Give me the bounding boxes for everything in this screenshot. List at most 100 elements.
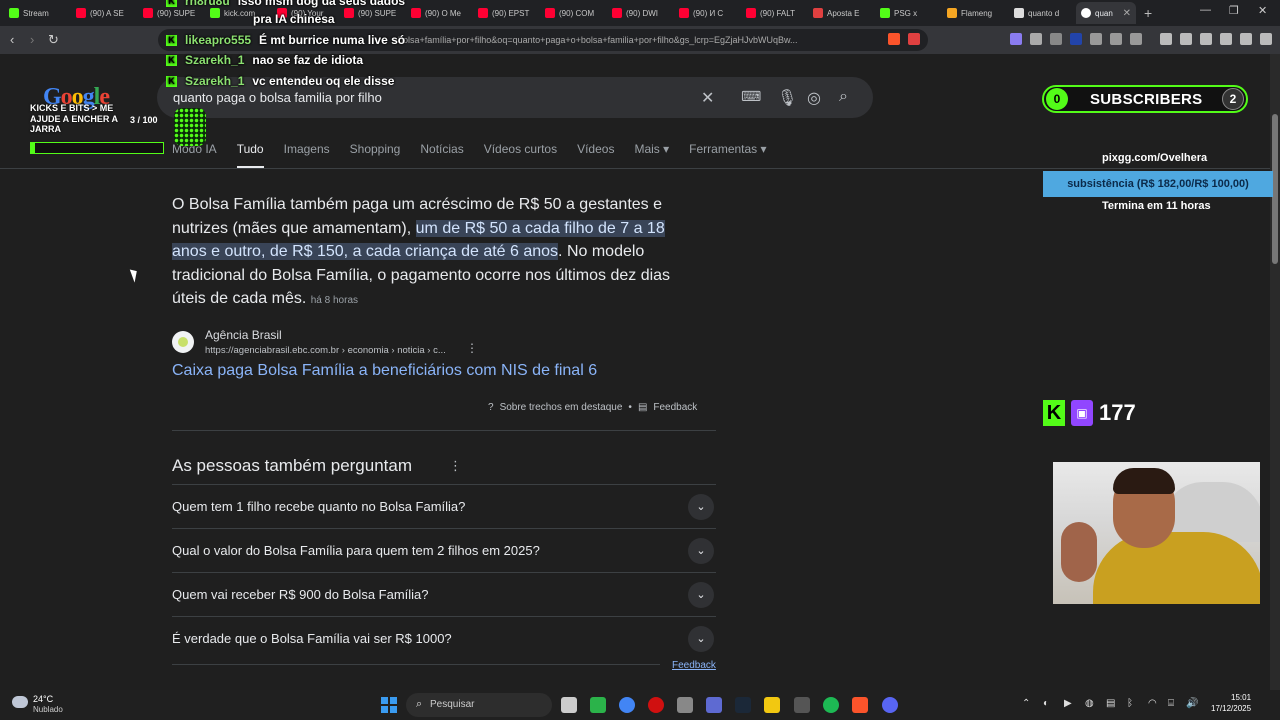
- clock-time[interactable]: 15:01: [1231, 693, 1251, 702]
- brave-icon[interactable]: [852, 697, 868, 713]
- paa-feedback-link[interactable]: Feedback: [672, 660, 716, 671]
- weather-description[interactable]: Nublado: [33, 705, 63, 714]
- chevron-down-icon[interactable]: ⌄: [688, 538, 714, 564]
- file-explorer-icon[interactable]: [764, 697, 780, 713]
- weather-temperature[interactable]: 24°C: [33, 694, 53, 704]
- app-icon[interactable]: [590, 697, 606, 713]
- vpn-icon[interactable]: [1240, 33, 1252, 45]
- question-text[interactable]: Qual o valor do Bolsa Família para quem …: [172, 543, 540, 558]
- steam-icon[interactable]: [735, 697, 751, 713]
- clock-date[interactable]: 17/12/2025: [1211, 704, 1251, 713]
- browser-tab[interactable]: (90) O Me: [406, 2, 473, 24]
- close-window-icon[interactable]: ✕: [1258, 4, 1267, 17]
- paa-question[interactable]: Qual o valor do Bolsa Família para quem …: [172, 528, 716, 572]
- feedback-link[interactable]: Feedback: [653, 402, 697, 413]
- page-scrollbar[interactable]: [1270, 54, 1280, 690]
- browser-tab[interactable]: (90) EPST: [473, 2, 540, 24]
- brave-shield-icon[interactable]: [888, 33, 900, 45]
- source-url[interactable]: https://agenciabrasil.ebc.com.br › econo…: [205, 345, 446, 356]
- browser-tab-active[interactable]: quan ✕: [1076, 2, 1136, 24]
- media-icon[interactable]: [1160, 33, 1172, 45]
- browser-tab[interactable]: Aposta E: [808, 2, 875, 24]
- close-tab-icon[interactable]: ✕: [1123, 8, 1131, 19]
- browser-tab[interactable]: (90) DWI: [607, 2, 674, 24]
- tray-icon[interactable]: ◍: [1085, 698, 1094, 709]
- chevron-down-icon[interactable]: ⌄: [688, 494, 714, 520]
- question-text[interactable]: Quem vai receber R$ 900 do Bolsa Família…: [172, 587, 429, 602]
- keyboard-icon[interactable]: ⌨: [741, 88, 761, 105]
- new-tab-icon[interactable]: +: [1144, 5, 1152, 21]
- back-icon[interactable]: ‹: [10, 32, 14, 47]
- browser-tab[interactable]: Stream: [4, 2, 71, 24]
- source-name[interactable]: Agência Brasil: [205, 328, 282, 342]
- app-icon[interactable]: [706, 697, 722, 713]
- extension-icon[interactable]: [1050, 33, 1062, 45]
- search-tab[interactable]: Shopping: [350, 142, 401, 169]
- cloud-icon[interactable]: [12, 696, 28, 708]
- opera-icon[interactable]: [648, 697, 664, 713]
- browser-tab[interactable]: PSG x: [875, 2, 942, 24]
- browser-tab[interactable]: (90) FALT: [741, 2, 808, 24]
- search-icon[interactable]: ⌕: [839, 88, 848, 106]
- tray-icon[interactable]: ▤: [1106, 698, 1115, 709]
- extension-icon[interactable]: [1030, 33, 1042, 45]
- search-tab[interactable]: Mais ▾: [634, 142, 669, 169]
- menu-icon[interactable]: [1260, 33, 1272, 45]
- clear-search-icon[interactable]: ✕: [701, 88, 714, 108]
- taskbar-search[interactable]: ⌕ Pesquisar: [406, 693, 552, 717]
- paa-question[interactable]: Quem tem 1 filho recebe quanto no Bolsa …: [172, 484, 716, 528]
- search-tab[interactable]: Vídeos curtos: [484, 142, 557, 169]
- question-text[interactable]: Quem tem 1 filho recebe quanto no Bolsa …: [172, 499, 465, 514]
- wallet-icon[interactable]: [1200, 33, 1212, 45]
- start-button[interactable]: [381, 697, 397, 713]
- network-icon[interactable]: ⌸: [1168, 698, 1174, 709]
- volume-icon[interactable]: 🔊: [1186, 698, 1198, 709]
- search-tab[interactable]: Modo IA: [172, 142, 217, 169]
- search-tab[interactable]: Ferramentas ▾: [689, 142, 766, 169]
- forward-icon[interactable]: ›: [30, 32, 34, 47]
- extension-icon[interactable]: [1110, 33, 1122, 45]
- leo-ai-icon[interactable]: [1220, 33, 1232, 45]
- more-options-icon[interactable]: ⋮: [449, 458, 462, 474]
- chevron-down-icon[interactable]: ⌄: [688, 582, 714, 608]
- chevron-up-icon[interactable]: ⌃: [1022, 698, 1030, 709]
- minimize-icon[interactable]: —: [1200, 4, 1211, 16]
- browser-tab[interactable]: (90) COM: [540, 2, 607, 24]
- maximize-icon[interactable]: ❐: [1229, 4, 1239, 17]
- app-icon[interactable]: [794, 697, 810, 713]
- extension-icon[interactable]: [1130, 33, 1142, 45]
- wifi-icon[interactable]: ◠: [1148, 698, 1157, 709]
- browser-tab[interactable]: (90) A SE: [71, 2, 138, 24]
- extension-icon[interactable]: [1010, 33, 1022, 45]
- browser-tab[interactable]: quanto d: [1009, 2, 1076, 24]
- tray-icon[interactable]: ▶: [1064, 698, 1072, 709]
- lens-icon[interactable]: ◎: [807, 88, 821, 108]
- browser-tab[interactable]: (90) И С: [674, 2, 741, 24]
- sidebar-icon[interactable]: [1180, 33, 1192, 45]
- task-view-icon[interactable]: [561, 697, 577, 713]
- chrome-icon[interactable]: [619, 697, 635, 713]
- brave-rewards-icon[interactable]: [908, 33, 920, 45]
- paa-question[interactable]: Quem vai receber R$ 900 do Bolsa Família…: [172, 572, 716, 616]
- paa-question[interactable]: É verdade que o Bolsa Família vai ser R$…: [172, 616, 716, 660]
- question-text[interactable]: É verdade que o Bolsa Família vai ser R$…: [172, 631, 452, 646]
- search-input[interactable]: quanto paga o bolsa familia por filho: [173, 90, 382, 105]
- bluetooth-icon[interactable]: ᛒ: [1127, 698, 1133, 709]
- search-tab[interactable]: Imagens: [284, 142, 330, 169]
- reload-icon[interactable]: ↻: [48, 32, 59, 48]
- search-tab[interactable]: Tudo: [236, 142, 264, 169]
- more-options-icon[interactable]: ⋮: [466, 341, 478, 355]
- microphone-icon[interactable]: 🎙: [777, 88, 797, 108]
- search-tab[interactable]: Vídeos: [577, 142, 614, 169]
- search-tab[interactable]: Notícias: [420, 142, 463, 169]
- result-title-link[interactable]: Caixa paga Bolsa Família a beneficiários…: [172, 362, 597, 380]
- spotify-icon[interactable]: [823, 697, 839, 713]
- app-icon[interactable]: [677, 697, 693, 713]
- extension-icon[interactable]: [1070, 33, 1082, 45]
- chevron-down-icon[interactable]: ⌄: [688, 626, 714, 652]
- tray-icon[interactable]: ◐: [1043, 698, 1049, 709]
- browser-tab[interactable]: Flameng: [942, 2, 1009, 24]
- about-snippets-link[interactable]: Sobre trechos em destaque: [500, 402, 623, 413]
- extension-icon[interactable]: [1090, 33, 1102, 45]
- discord-icon[interactable]: [882, 697, 898, 713]
